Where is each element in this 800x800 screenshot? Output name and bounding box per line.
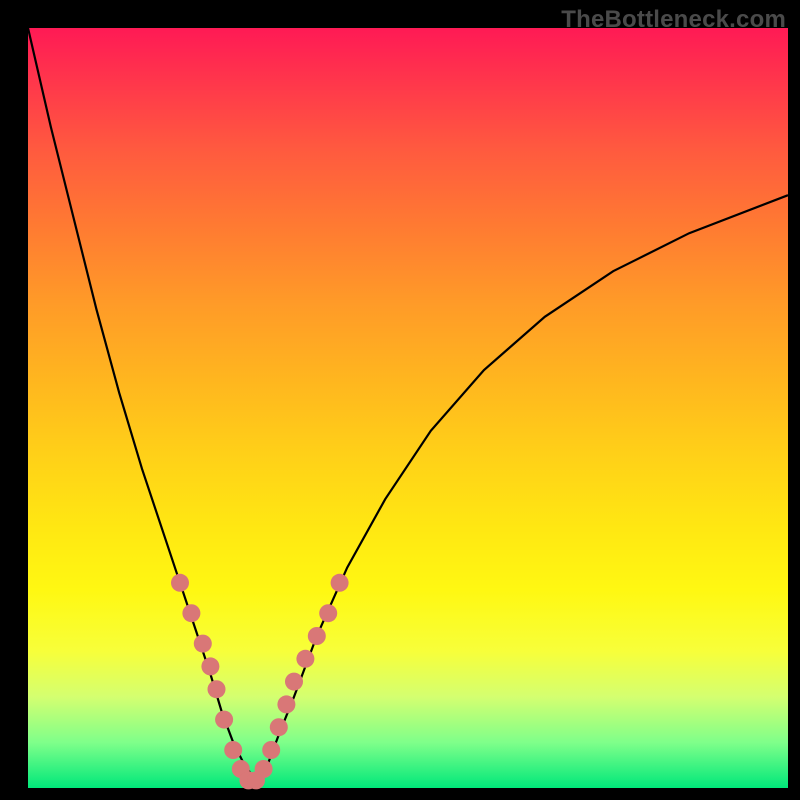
chart-container: TheBottleneck.com	[0, 0, 800, 800]
marker-point	[208, 680, 226, 698]
watermark-text: TheBottleneck.com	[561, 6, 786, 34]
marker-point	[215, 711, 233, 729]
marker-point	[296, 650, 314, 668]
marker-point	[255, 760, 273, 778]
marker-point	[331, 574, 349, 592]
marker-point	[285, 673, 303, 691]
marker-point	[224, 741, 242, 759]
marker-point	[182, 604, 200, 622]
marker-point	[308, 627, 326, 645]
marker-point	[201, 657, 219, 675]
marker-point	[171, 574, 189, 592]
marker-point	[194, 635, 212, 653]
marker-point	[270, 718, 288, 736]
bottleneck-curve	[28, 28, 788, 780]
marker-point	[277, 695, 295, 713]
marker-point	[319, 604, 337, 622]
marker-point	[262, 741, 280, 759]
plot-area	[28, 28, 788, 788]
marker-group	[171, 574, 349, 790]
curve-svg	[28, 28, 788, 788]
